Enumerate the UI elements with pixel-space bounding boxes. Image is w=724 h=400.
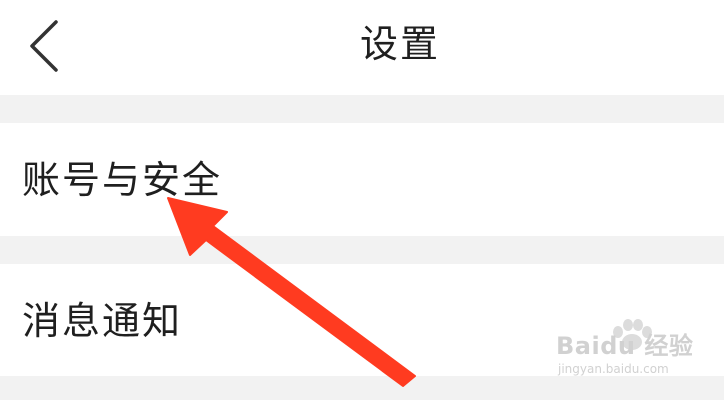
- chevron-left-icon: [30, 20, 58, 72]
- section-divider: [0, 236, 724, 264]
- page-title: 设置: [359, 22, 440, 66]
- settings-item-label: 账号与安全: [22, 158, 223, 202]
- back-button[interactable]: [22, 18, 72, 74]
- settings-item-account-security[interactable]: 账号与安全: [0, 123, 724, 236]
- settings-item-notifications[interactable]: 消息通知: [0, 264, 724, 376]
- section-divider: [0, 376, 724, 400]
- section-divider: [0, 95, 724, 123]
- app-header: 设置: [0, 0, 724, 95]
- settings-item-label: 消息通知: [22, 299, 183, 343]
